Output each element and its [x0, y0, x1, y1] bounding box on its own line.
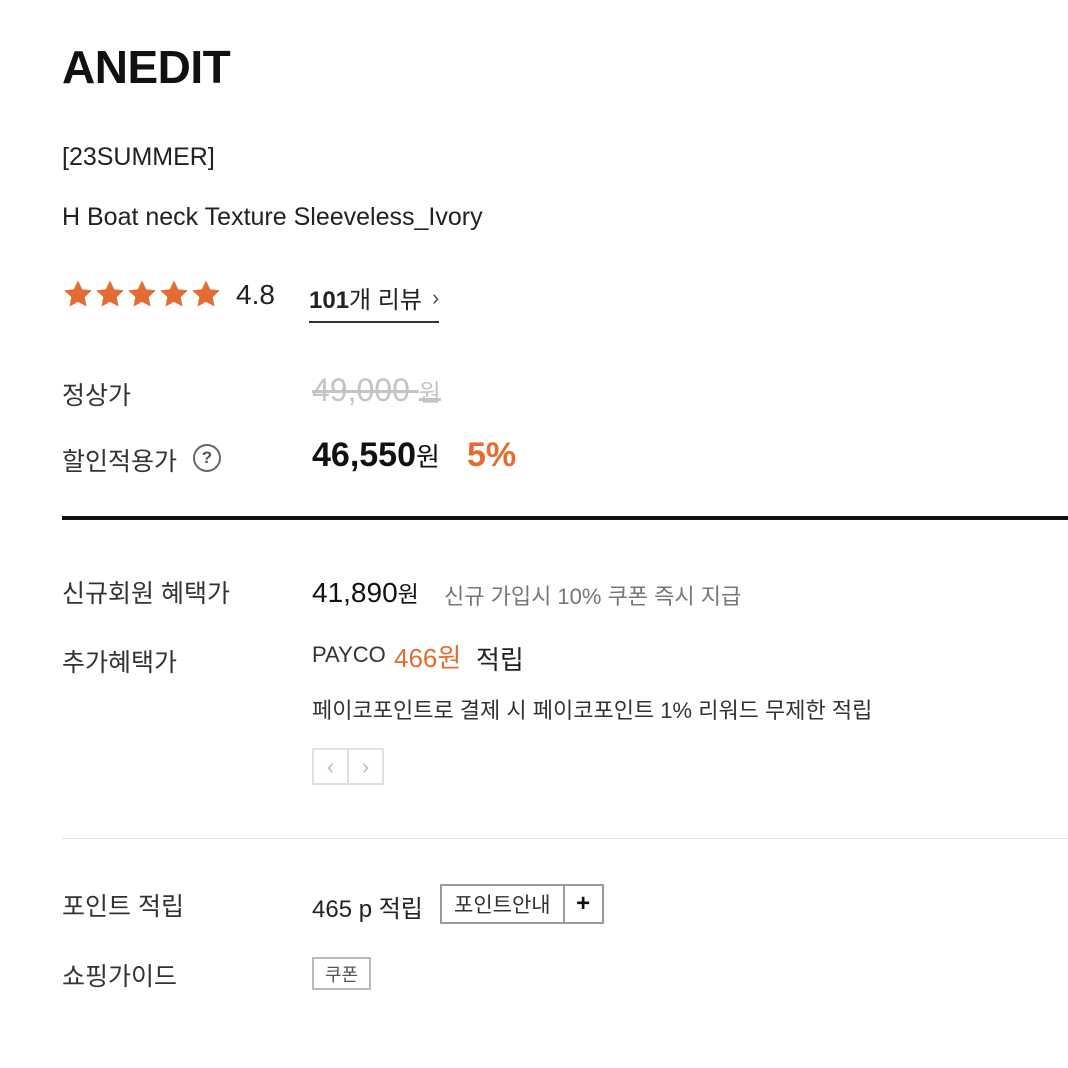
sale-price-unit: 원 — [416, 442, 440, 472]
regular-price-label: 정상가 — [62, 382, 132, 410]
extra-benefit-label: 추가혜택가 — [62, 649, 178, 677]
star-icon — [62, 278, 94, 310]
payco-description: 페이코포인트로 결제 시 페이코포인트 1% 리워드 무제한 적립 — [312, 698, 873, 723]
section-divider-thin — [62, 838, 1068, 839]
sale-price: 46,550원 — [312, 436, 440, 475]
plus-icon[interactable]: + — [565, 886, 602, 922]
point-guide-group: 포인트안내 + — [440, 884, 604, 924]
product-season: [23SUMMER] — [62, 143, 215, 171]
shopping-guide-label: 쇼핑가이드 — [62, 963, 178, 991]
product-name: H Boat neck Texture Sleeveless_Ivory — [62, 203, 483, 231]
star-icon — [126, 278, 158, 310]
regular-price-value: 49,000 — [312, 372, 410, 408]
coupon-button[interactable]: 쿠폰 — [312, 957, 371, 990]
chevron-right-icon: › — [431, 284, 440, 310]
sale-price-label: 할인적용가 — [62, 448, 178, 476]
rating-score: 4.8 — [236, 279, 275, 310]
review-suffix: 개 리뷰 — [349, 287, 422, 314]
sale-price-value: 46,550 — [312, 436, 416, 474]
member-price-unit: 원 — [397, 581, 419, 607]
star-icon — [94, 278, 126, 310]
review-link[interactable]: 101개 리뷰 › — [309, 280, 440, 323]
review-count: 101 — [309, 287, 350, 314]
payco-amount: 466원 — [394, 643, 462, 673]
point-guide-button[interactable]: 포인트안내 — [442, 886, 565, 922]
help-icon[interactable]: ? — [193, 444, 221, 472]
member-price-value: 41,890 — [312, 577, 398, 608]
payco-name: PAYCO — [312, 642, 386, 667]
payco-accum: 적립 — [476, 645, 524, 675]
member-note: 신규 가입시 10% 쿠폰 즉시 지급 — [444, 584, 742, 609]
member-price-label: 신규회원 혜택가 — [62, 580, 230, 608]
chevron-right-icon[interactable]: › — [347, 748, 384, 785]
member-price: 41,890원 — [312, 575, 419, 609]
chevron-left-icon[interactable]: ‹ — [312, 748, 349, 785]
discount-rate: 5% — [467, 436, 517, 474]
benefit-pager: ‹ › — [312, 748, 384, 785]
points-value: 465 p 적립 — [312, 896, 423, 923]
points-label: 포인트 적립 — [62, 893, 184, 921]
section-divider — [62, 516, 1068, 520]
regular-price-unit: 원 — [418, 380, 441, 407]
brand-name: ANEDIT — [62, 41, 231, 93]
rating-stars — [62, 278, 222, 310]
regular-price: 49,000 원 — [312, 372, 441, 409]
star-icon — [158, 278, 190, 310]
star-icon — [190, 278, 222, 310]
